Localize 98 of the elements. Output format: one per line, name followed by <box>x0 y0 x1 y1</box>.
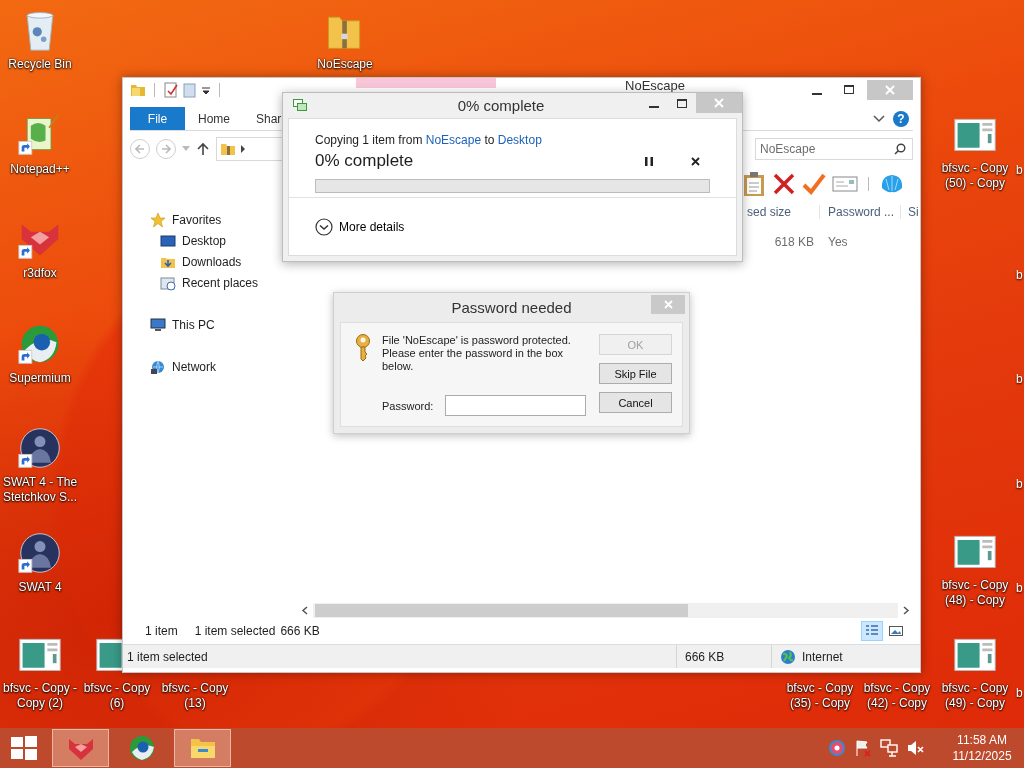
scrollbar-thumb[interactable] <box>315 604 688 617</box>
key-icon <box>355 334 371 362</box>
properties-icon[interactable] <box>163 81 179 98</box>
selection-text: 1 item selected <box>194 624 276 638</box>
icon-label: Notepad++ <box>9 161 71 177</box>
selection-size: 666 KB <box>280 624 320 638</box>
search-icon[interactable] <box>894 142 906 155</box>
icon-label: SWAT 4 - The Stetchkov S... <box>1 475 79 505</box>
network-icon <box>150 358 166 375</box>
figure-icon[interactable] <box>18 426 62 470</box>
ribbon-tab[interactable]: Home <box>185 107 243 130</box>
pause-icon <box>645 156 653 166</box>
chevron-down-icon[interactable] <box>873 114 885 123</box>
network-icon[interactable] <box>880 739 898 757</box>
nav-item[interactable]: Network <box>130 356 220 377</box>
zone-text: Internet <box>802 649 843 664</box>
icon-label: b <box>1016 581 1023 595</box>
figure-icon[interactable] <box>18 530 62 575</box>
taskbar-app[interactable] <box>52 729 109 767</box>
nav-item[interactable]: This PC <box>130 314 219 335</box>
icon-label: b <box>1016 267 1023 282</box>
flag-icon[interactable] <box>854 739 872 757</box>
check-icon[interactable] <box>802 171 826 196</box>
up-arrow-icon[interactable] <box>196 141 210 156</box>
item-count: 1 item <box>145 624 178 638</box>
icon-label: NoEscape <box>316 57 374 72</box>
maximize-icon <box>844 85 854 94</box>
status-text: 1 item selected <box>126 649 209 664</box>
icon-label: Recycle Bin <box>7 57 73 72</box>
dialog-button[interactable]: Cancel <box>599 392 672 413</box>
windows-logo-icon <box>11 736 37 760</box>
table-cell-text: Yes <box>827 235 849 249</box>
icon-label: b <box>1016 685 1023 700</box>
computer-icon <box>150 316 166 333</box>
forward-arrow-icon <box>161 143 171 154</box>
status-size: 666 KB <box>685 649 725 664</box>
close-icon <box>885 84 895 95</box>
window-title: NoEscape <box>625 79 685 92</box>
image-icon <box>889 625 903 637</box>
icon-label: b <box>1016 163 1023 177</box>
file-tab[interactable]: File <box>130 107 185 130</box>
icon-label: bfsvc - Copy (6) <box>82 681 152 711</box>
link[interactable]: Desktop <box>497 133 542 147</box>
icon-label: bfsvc - Copy (13) <box>160 681 230 711</box>
minimize-icon <box>812 92 822 95</box>
dialog-button[interactable]: Skip File <box>599 363 672 384</box>
sphere-icon <box>127 734 156 762</box>
maximize-icon <box>677 98 687 108</box>
icon-label: r3dfox <box>22 266 58 281</box>
copy-message: Copying 1 item from NoEscape to Desktop <box>315 133 543 147</box>
close-icon <box>663 300 673 309</box>
minimize-icon <box>649 106 659 108</box>
speaker-muted-icon[interactable] <box>906 739 924 757</box>
recent-places-icon <box>160 274 176 291</box>
icon-label: bfsvc - Copy (49) - Copy <box>940 681 1010 711</box>
column-header[interactable]: Si <box>901 205 919 219</box>
desktop-icon <box>160 232 176 249</box>
icon-label: SWAT 4 <box>17 579 63 595</box>
dropdown-icon[interactable] <box>201 84 211 95</box>
nav-item[interactable]: Recent places <box>130 272 263 293</box>
nav-item[interactable]: Favorites <box>130 209 226 230</box>
icon-label: bfsvc - Copy (35) - Copy <box>785 681 855 711</box>
icon-label: Supermium <box>8 370 72 386</box>
close-icon <box>714 98 724 108</box>
copy-icon <box>293 99 307 111</box>
notepad-icon[interactable] <box>18 112 62 157</box>
clock[interactable]: 11:58 AM 11/12/2025 <box>940 732 1024 764</box>
globe-icon <box>780 648 796 665</box>
field-label: Password: <box>382 399 434 412</box>
help-button[interactable]: ? <box>893 110 909 127</box>
icon-label: bfsvc - Copy (48) - Copy <box>940 578 1010 608</box>
dialog-title: Password needed <box>450 298 573 318</box>
close-icon <box>690 156 700 166</box>
nav-item[interactable]: Desktop <box>130 230 231 251</box>
star-icon <box>150 211 166 228</box>
colorful-circle-icon[interactable] <box>828 739 846 757</box>
link[interactable]: NoEscape <box>425 133 482 147</box>
dialog-message: File 'NoEscape' is password protected. Please enter the password in the box below. <box>382 334 572 373</box>
search-field[interactable]: NoEscape <box>755 137 913 160</box>
nav-item[interactable]: Downloads <box>130 251 246 272</box>
table-cell-text: 618 KB <box>773 235 815 249</box>
delete-icon[interactable] <box>772 171 796 196</box>
icon-label: b <box>1016 476 1023 491</box>
details-view-icon <box>865 625 879 637</box>
more-details-button[interactable]: More details <box>315 217 405 236</box>
back-arrow-icon <box>135 143 145 154</box>
column-header[interactable]: Password ... <box>820 205 901 219</box>
clipboard-icon[interactable] <box>742 170 766 197</box>
progress-status: 0% complete <box>315 151 415 171</box>
password-field[interactable] <box>445 395 587 416</box>
chevron-right-icon <box>240 144 246 153</box>
ribbon-tab[interactable]: Shar <box>243 107 295 130</box>
icon-label: b <box>1016 372 1023 386</box>
icon-label: bfsvc - Copy - Copy (2) <box>2 681 78 711</box>
dialog-title: 0% complete <box>456 96 546 116</box>
icon-label: bfsvc - Copy (50) - Copy <box>940 161 1010 191</box>
icon-label: bfsvc - Copy (42) - Copy <box>862 681 932 711</box>
chevron-circle-icon <box>315 217 333 236</box>
